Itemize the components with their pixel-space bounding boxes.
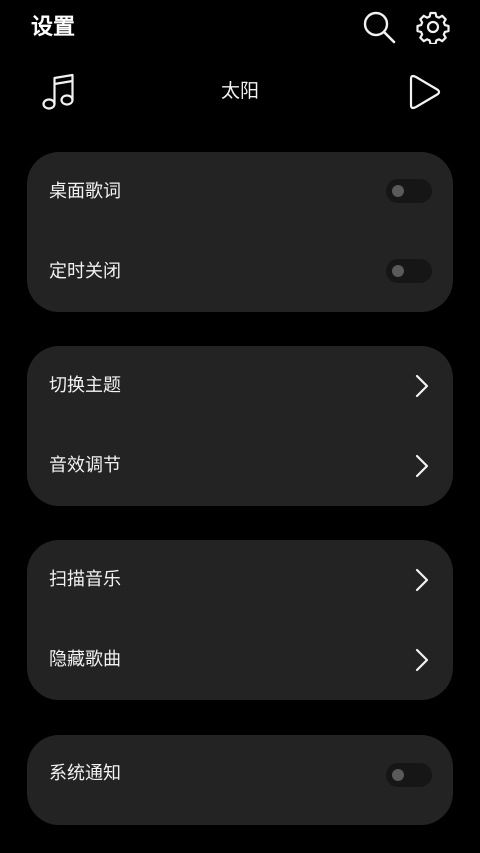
- hidden-songs-row[interactable]: 隐藏歌曲: [27, 620, 453, 700]
- now-playing-bar: 太阳: [0, 70, 480, 114]
- chevron-right-icon: [415, 454, 429, 478]
- settings-group-2: 切换主题 音效调节: [27, 346, 453, 506]
- switch-theme-row[interactable]: 切换主题: [27, 346, 453, 426]
- scan-music-row[interactable]: 扫描音乐: [27, 540, 453, 620]
- play-icon[interactable]: [408, 72, 442, 112]
- system-notification-row[interactable]: 系统通知: [27, 735, 453, 825]
- scan-music-label: 扫描音乐: [49, 569, 121, 590]
- sleep-timer-row[interactable]: 定时关闭: [27, 232, 453, 312]
- gear-icon[interactable]: [416, 10, 450, 44]
- system-notification-toggle[interactable]: [386, 763, 432, 787]
- search-icon[interactable]: [362, 10, 396, 44]
- chevron-right-icon: [415, 568, 429, 592]
- page-title: 设置: [31, 15, 76, 40]
- toggle-knob: [392, 265, 404, 277]
- toggle-knob: [392, 185, 404, 197]
- toggle-knob: [392, 769, 404, 781]
- sound-effects-label: 音效调节: [49, 455, 121, 476]
- desktop-lyrics-row[interactable]: 桌面歌词: [27, 152, 453, 232]
- sleep-timer-label: 定时关闭: [49, 261, 121, 282]
- desktop-lyrics-toggle[interactable]: [386, 179, 432, 203]
- settings-group-4: 系统通知: [27, 735, 453, 825]
- system-notification-label: 系统通知: [49, 763, 121, 784]
- switch-theme-label: 切换主题: [49, 375, 121, 396]
- settings-group-1: 桌面歌词 定时关闭: [27, 152, 453, 312]
- desktop-lyrics-label: 桌面歌词: [49, 181, 121, 202]
- sound-effects-row[interactable]: 音效调节: [27, 426, 453, 506]
- sleep-timer-toggle[interactable]: [386, 259, 432, 283]
- chevron-right-icon: [415, 648, 429, 672]
- settings-group-3: 扫描音乐 隐藏歌曲: [27, 540, 453, 700]
- hidden-songs-label: 隐藏歌曲: [49, 649, 121, 670]
- chevron-right-icon: [415, 374, 429, 398]
